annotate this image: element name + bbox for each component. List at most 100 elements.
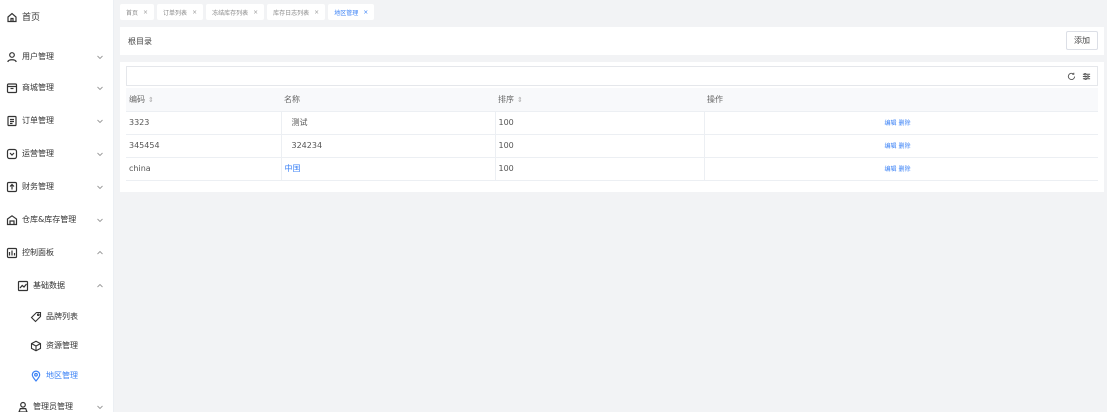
chevron-down-icon xyxy=(97,152,103,156)
table-row: china 中国 100 编辑 删除 xyxy=(126,157,1098,181)
admin-icon xyxy=(17,401,29,412)
sidebar-item-label: 品牌列表 xyxy=(46,312,78,321)
edit-link[interactable]: 编辑 xyxy=(885,120,897,127)
root-directory-title: 根目录 xyxy=(128,36,152,46)
tab-stock-log[interactable]: 库存日志列表 × xyxy=(267,4,326,20)
chevron-down-icon xyxy=(97,405,103,409)
tab-region-management[interactable]: 地区管理 × xyxy=(328,4,375,20)
sidebar-item-resources[interactable]: 资源管理 xyxy=(0,329,113,362)
sidebar-item-users[interactable]: 用户管理 xyxy=(0,40,113,73)
sidebar-item-label: 地区管理 xyxy=(46,371,78,380)
sidebar-item-label: 用户管理 xyxy=(22,52,54,61)
tag-icon xyxy=(30,311,42,323)
edit-link[interactable]: 编辑 xyxy=(885,166,897,173)
header-label: 名称 xyxy=(284,94,300,104)
sidebar-item-label: 财务管理 xyxy=(22,182,54,191)
chevron-down-icon xyxy=(97,218,103,222)
column-header-name: 名称 xyxy=(281,88,495,112)
cell-actions: 编辑 删除 xyxy=(703,134,1098,158)
sidebar-item-dashboard[interactable]: 控制面板 xyxy=(0,236,113,269)
cube-icon xyxy=(30,340,42,352)
chevron-down-icon xyxy=(97,185,103,189)
column-header-actions: 操作 xyxy=(704,88,1098,112)
tab-frozen-stock[interactable]: 冻结库存列表 × xyxy=(206,4,265,20)
delete-link[interactable]: 删除 xyxy=(899,120,911,127)
cell-code: china xyxy=(126,157,281,181)
cell-sort: 100 xyxy=(494,157,704,181)
region-table: 编码⇕ 名称 排序⇕ 操作 3323 测试 100 编辑删除 345454 xyxy=(126,88,1098,181)
tab-label: 地区管理 xyxy=(334,9,359,17)
sidebar-item-label: 控制面板 xyxy=(22,248,54,257)
sidebar-item-finance[interactable]: 财务管理 xyxy=(0,170,113,203)
edit-link[interactable]: 编辑 xyxy=(885,143,897,150)
sidebar-item-label: 运营管理 xyxy=(22,149,54,158)
sidebar-item-orders[interactable]: 订单管理 xyxy=(0,104,113,137)
root-directory-bar: 根目录 添加 xyxy=(120,27,1104,55)
sort-icon[interactable]: ⇕ xyxy=(148,96,154,104)
close-icon[interactable]: × xyxy=(192,9,197,16)
table-toolbar xyxy=(126,66,1098,86)
close-icon[interactable]: × xyxy=(143,9,148,16)
sidebar-item-label: 基础数据 xyxy=(33,281,65,290)
sidebar-item-home[interactable]: 首页 xyxy=(0,0,113,33)
order-icon xyxy=(6,115,18,127)
sort-icon[interactable]: ⇕ xyxy=(517,96,523,104)
main-content: 首页 × 订单列表 × 冻结库存列表 × 库存日志列表 × 地区管理 × 根目录 添加 编… xyxy=(114,0,1107,412)
cell-sort: 100 xyxy=(494,134,704,158)
shop-icon xyxy=(6,82,18,94)
tab-home[interactable]: 首页 × xyxy=(120,4,155,20)
cell-code: 345454 xyxy=(126,134,281,158)
header-label: 排序 xyxy=(498,94,514,104)
column-header-code[interactable]: 编码 ⇕ xyxy=(126,88,281,112)
sidebar-item-label: 商城管理 xyxy=(22,83,54,92)
chevron-down-icon xyxy=(97,86,103,90)
sidebar-item-basic-data[interactable]: 基础数据 xyxy=(0,269,113,302)
add-button[interactable]: 添加 xyxy=(1066,31,1098,50)
tab-label: 首页 xyxy=(126,9,139,17)
cell-name: 324234 xyxy=(280,134,495,158)
sidebar-item-shop[interactable]: 商城管理 xyxy=(0,71,113,104)
table-panel: 编码⇕ 名称 排序⇕ 操作 3323 测试 100 编辑删除 345454 xyxy=(120,62,1104,192)
chart-icon xyxy=(17,280,29,292)
delete-link[interactable]: 删除 xyxy=(899,143,911,150)
cell-name: 测试 xyxy=(280,111,495,135)
sidebar: 首页 用户管理 商城管理 订单管理 运营管理 财务管理 仓库&库存管理 控制面板… xyxy=(0,0,114,412)
sidebar-item-operation[interactable]: 运营管理 xyxy=(0,137,113,170)
close-icon[interactable]: × xyxy=(314,9,319,16)
sidebar-item-label: 资源管理 xyxy=(46,341,78,350)
chevron-down-icon xyxy=(97,55,103,59)
delete-link[interactable]: 删除 xyxy=(899,166,911,173)
dashboard-icon xyxy=(6,247,18,259)
warehouse-icon xyxy=(6,214,18,226)
cell-code: 3323 xyxy=(126,111,281,135)
app-root: 首页 用户管理 商城管理 订单管理 运营管理 财务管理 仓库&库存管理 控制面板… xyxy=(0,0,1107,412)
sidebar-item-label: 仓库&库存管理 xyxy=(22,215,77,224)
tab-label: 冻结库存列表 xyxy=(212,9,249,17)
column-header-sort[interactable]: 排序 ⇕ xyxy=(495,88,704,112)
sidebar-item-regions[interactable]: 地区管理 xyxy=(0,359,113,392)
header-label: 操作 xyxy=(707,94,723,104)
cell-actions: 编辑 删除 xyxy=(703,157,1098,181)
close-icon[interactable]: × xyxy=(363,9,368,16)
chevron-up-icon xyxy=(97,283,103,287)
sidebar-item-warehouse[interactable]: 仓库&库存管理 xyxy=(0,203,113,236)
finance-icon xyxy=(6,181,18,193)
home-icon xyxy=(6,11,18,23)
cell-name-link[interactable]: 中国 xyxy=(280,157,495,181)
user-icon xyxy=(6,51,18,63)
sidebar-item-label: 订单管理 xyxy=(22,116,54,125)
table-header-row: 编码 ⇕ 名称 排序 ⇕ 操作 xyxy=(126,88,1098,112)
cell-sort: 100 xyxy=(494,111,704,135)
tab-label: 订单列表 xyxy=(163,9,188,17)
close-icon[interactable]: × xyxy=(253,9,258,16)
table-row: 345454 324234 100 编辑 删除 xyxy=(126,134,1098,158)
sidebar-item-admins[interactable]: 管理员管理 xyxy=(0,390,113,412)
column-settings-icon[interactable] xyxy=(1082,72,1091,81)
chevron-down-icon xyxy=(97,119,103,123)
tab-bar: 首页 × 订单列表 × 冻结库存列表 × 库存日志列表 × 地区管理 × xyxy=(120,4,375,20)
sidebar-item-label: 首页 xyxy=(22,13,41,23)
header-label: 编码 xyxy=(129,94,145,104)
refresh-icon[interactable] xyxy=(1067,72,1076,81)
location-icon xyxy=(30,370,42,382)
tab-order-list[interactable]: 订单列表 × xyxy=(157,4,204,20)
